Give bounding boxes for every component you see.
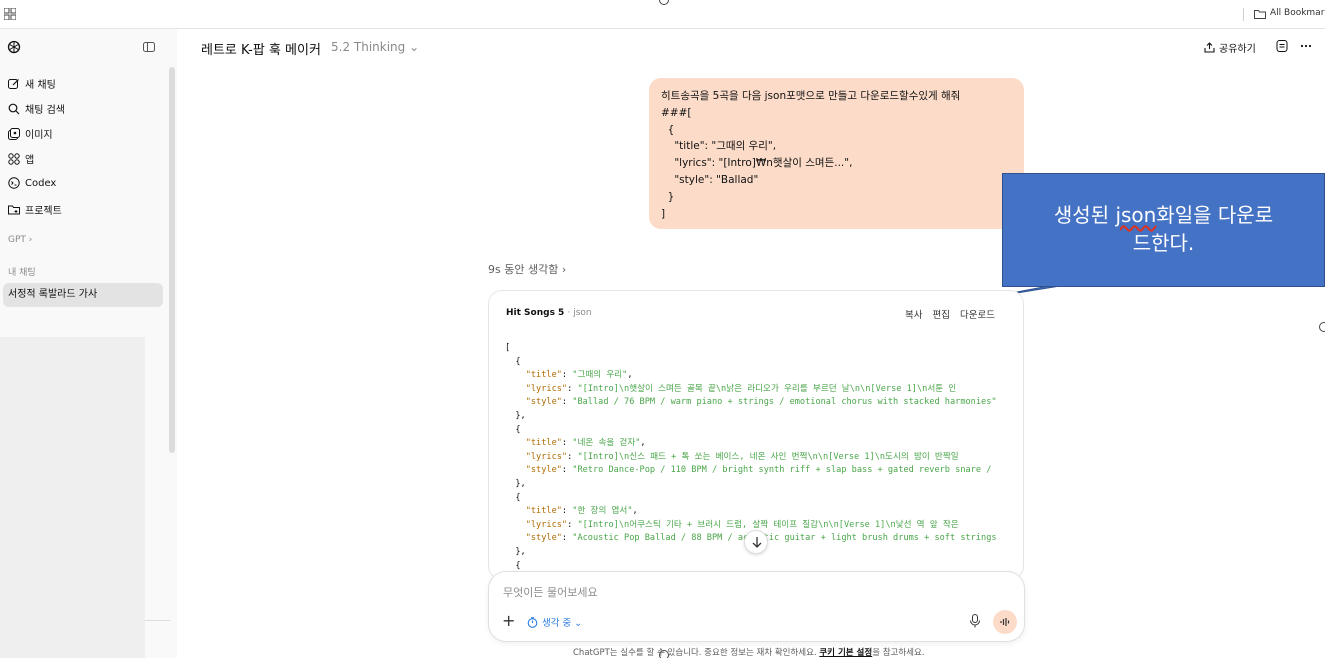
codex-icon — [8, 177, 20, 189]
code-file-name: Hit Songs 5 — [506, 308, 565, 318]
selection-handle — [1319, 322, 1325, 332]
chat-title[interactable]: 레트로 K-팝 훅 메이커 — [201, 39, 321, 58]
sidebar-lower-panel — [0, 337, 145, 658]
share-button[interactable]: 공유하기 — [1204, 40, 1256, 55]
folder-icon — [1254, 10, 1266, 19]
sidebar-item-apps[interactable]: 앱 — [8, 151, 34, 166]
sidebar-item-projects[interactable]: 프로젝트 — [8, 202, 62, 217]
footer-disclaimer: ChatGPT는 실수를 할 수 있습니다. 중요한 정보는 재차 확인하세요.… — [573, 646, 925, 658]
sidebar-item-label: Codex — [25, 177, 57, 189]
sidebar-item-label: 새 채팅 — [25, 80, 56, 91]
openai-logo-icon[interactable] — [7, 40, 21, 54]
voice-mode-button[interactable] — [993, 610, 1017, 634]
share-icon — [1204, 42, 1215, 53]
notes-icon[interactable] — [1276, 40, 1288, 52]
thinking-mode-button[interactable]: 생각 중 ⌄ — [527, 615, 582, 629]
code-card-title: Hit Songs 5 · json — [506, 308, 592, 318]
sidebar-item-label: 프로젝트 — [25, 206, 62, 217]
search-icon — [8, 103, 20, 114]
song-style: "Acoustic Pop Ballad / 88 BPM / acoustic… — [572, 533, 997, 544]
callout-text-pre: 생성된 — [1053, 203, 1116, 227]
share-label: 공유하기 — [1219, 44, 1256, 55]
sidebar-chat-item[interactable]: 서정적 록발라드 가사 — [3, 283, 163, 307]
sidebar-item-new-chat[interactable]: 새 채팅 — [8, 76, 56, 91]
footer-note-tail: 을 참고하세요. — [872, 648, 925, 658]
callout-text-line2: 드한다. — [1132, 231, 1195, 255]
cookie-settings-link[interactable]: 쿠키 기본 설정 — [819, 648, 872, 658]
song-title: "한 장의 엽서" — [572, 506, 633, 517]
message-input[interactable]: 무엇이든 물어보세요 — [503, 584, 598, 600]
download-button[interactable]: 다운로드 — [960, 307, 995, 321]
sidebar-item-label: 이미지 — [25, 130, 53, 141]
copy-button[interactable]: 복사 — [905, 307, 922, 321]
sidebar-scrollbar[interactable] — [169, 67, 175, 453]
sidebar-item-codex[interactable]: Codex — [8, 177, 56, 189]
song-lyrics: "[Intro]\n신스 패드 + 톡 쏘는 베이스, 네온 사인 번쩍\n\n… — [577, 451, 959, 462]
sidebar: 새 채팅 채팅 검색 이미지 앱 Codex 프로젝트 GPT › 내 채팅 서… — [0, 29, 177, 658]
sidebar-my-chats-heading: 내 채팅 — [8, 268, 36, 278]
plus-icon[interactable]: + — [502, 613, 515, 629]
more-icon[interactable] — [1300, 40, 1312, 52]
image-icon — [8, 127, 20, 140]
sidebar-item-label: 앱 — [25, 155, 35, 166]
edit-icon — [8, 78, 19, 89]
sidebar-item-label: 채팅 검색 — [25, 105, 65, 116]
song-style: "Ballad / 76 BPM / warm piano + strings … — [572, 397, 997, 408]
timer-icon — [527, 616, 538, 628]
sidebar-item-search[interactable]: 채팅 검색 — [8, 101, 65, 116]
code-actions: 복사 편집 다운로드 — [905, 307, 995, 321]
callout-json-word: json — [1115, 203, 1157, 227]
song-lyrics: "[Intro]\n햇살이 스며든 골목 끝\n낡은 라디오가 우리를 부르던 … — [577, 383, 957, 394]
user-message-bubble: 히트송곡을 5곡을 다음 json포맷으로 만들고 다운로드할수있게 해줘 ##… — [649, 78, 1024, 229]
callout-text-post: 화일을 다운로 — [1156, 203, 1274, 227]
sidebar-toggle-icon[interactable] — [143, 41, 155, 53]
song-style: "Retro Dance-Pop / 110 BPM / bright synt… — [572, 465, 992, 476]
code-file-ext: · json — [567, 308, 592, 318]
arrow-down-icon — [752, 537, 762, 548]
bookmarks-separator — [1243, 8, 1244, 21]
thinking-mode-label: 생각 중 ⌄ — [542, 618, 583, 629]
sidebar-item-images[interactable]: 이미지 — [8, 126, 53, 141]
thinking-summary[interactable]: 9s 동안 생각함 › — [488, 261, 566, 277]
apps-grid-icon[interactable] — [4, 8, 16, 20]
microphone-icon[interactable] — [969, 614, 981, 628]
folder-plus-icon — [8, 205, 20, 214]
scroll-down-button[interactable] — [744, 530, 768, 554]
sidebar-gpt-section[interactable]: GPT › — [8, 235, 32, 245]
song-title: "그때의 우리" — [572, 370, 628, 381]
annotation-callout: 생성된 json화일을 다운로 드한다. — [1002, 173, 1325, 287]
apps-icon — [8, 152, 20, 165]
song-title: "네온 속을 걷자" — [572, 438, 641, 449]
footer-note-text: ChatGPT는 실수를 할 수 있습니다. 중요한 정보는 재차 확인하세요. — [573, 648, 820, 658]
edit-button[interactable]: 편집 — [932, 307, 949, 321]
all-bookmarks-link[interactable]: All Bookmarks — [1270, 8, 1325, 18]
waveform-icon — [1000, 618, 1010, 626]
divider — [145, 620, 170, 621]
composer: 무엇이든 물어보세요 + 생각 중 ⌄ — [488, 571, 1025, 642]
model-selector[interactable]: 5.2 Thinking ⌄ — [331, 40, 419, 54]
song-lyrics: "[Intro]\n어쿠스틱 기타 + 브러시 드럼, 살짝 테이프 질감\n\… — [577, 519, 959, 530]
